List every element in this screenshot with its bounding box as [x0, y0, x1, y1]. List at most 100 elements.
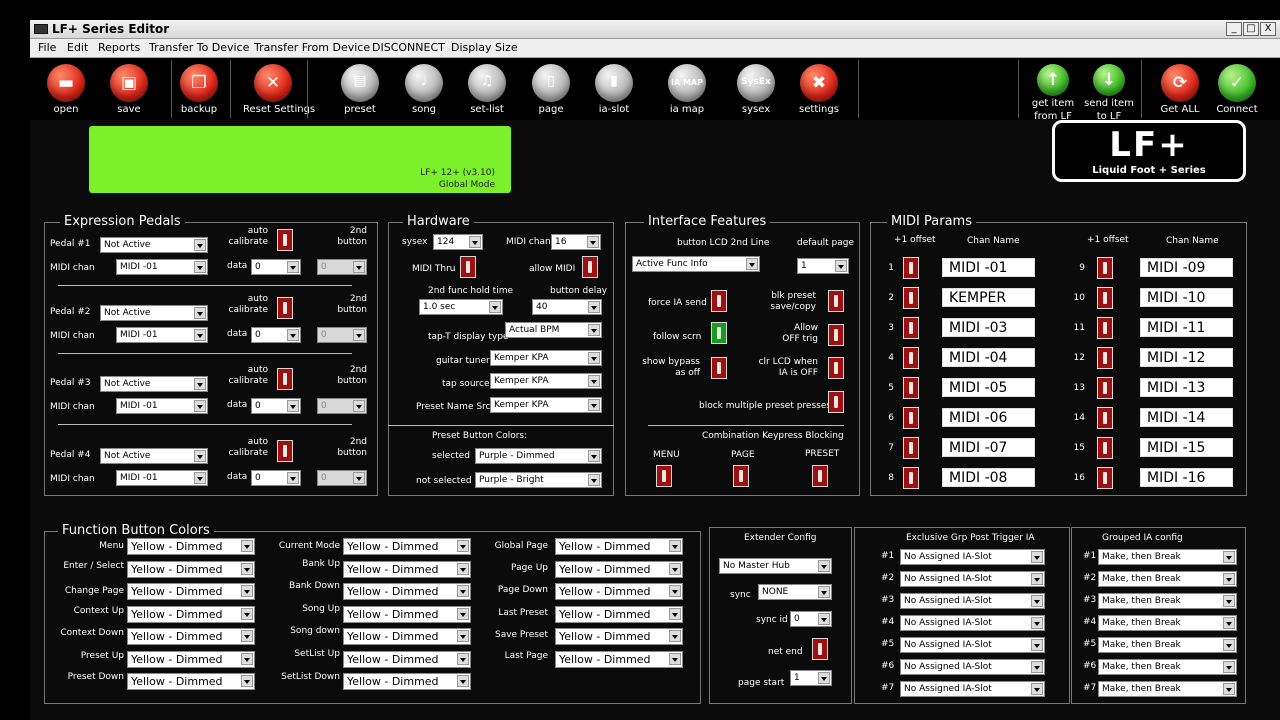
menu-file[interactable]: File — [38, 41, 56, 54]
func-color-select[interactable]: Yellow - Dimmed — [127, 606, 255, 623]
func-color-select[interactable]: Yellow - Dimmed — [127, 561, 255, 578]
midi-offset-toggle-7[interactable] — [903, 437, 919, 459]
set-list-button[interactable]: ♫ set-list — [457, 60, 517, 115]
midi-offset-toggle-1[interactable] — [903, 257, 919, 279]
follow-scrn-toggle[interactable] — [711, 322, 727, 344]
close-button[interactable]: X — [1260, 22, 1276, 36]
midi-offset-toggle-12[interactable] — [1097, 347, 1113, 369]
combo-preset-toggle[interactable] — [812, 465, 828, 487]
tap-source-select[interactable]: Kemper KPA — [490, 373, 602, 389]
midi-offset-toggle-6[interactable] — [903, 407, 919, 429]
not-selected-color-select[interactable]: Purple - Bright — [475, 472, 602, 488]
midi-chan-name-field-4[interactable]: MIDI -04 — [942, 348, 1035, 367]
default-page-select[interactable]: 1 — [797, 258, 849, 274]
func-color-select[interactable]: Yellow - Dimmed — [127, 628, 255, 645]
preset-button[interactable]: ▤ preset — [330, 60, 390, 115]
midi-offset-toggle-9[interactable] — [1097, 257, 1113, 279]
get-all-button[interactable]: ⟳ Get ALL — [1150, 60, 1210, 115]
midi-chan-name-field-1[interactable]: MIDI -01 — [942, 258, 1035, 277]
midi-offset-toggle-3[interactable] — [903, 317, 919, 339]
connect-button[interactable]: ✓ Connect — [1207, 60, 1267, 115]
menu-reports[interactable]: Reports — [98, 41, 140, 54]
ia-map-button[interactable]: IA MAP ia map — [657, 60, 717, 115]
func-color-select[interactable]: Yellow - Dimmed — [127, 651, 255, 668]
midi-chan-name-field-9[interactable]: MIDI -09 — [1140, 258, 1233, 277]
pedal-1-data-select[interactable]: 0 — [251, 259, 301, 275]
block-multiple-toggle[interactable] — [828, 391, 844, 413]
grouped-ia-select[interactable]: Make, then Break — [1098, 615, 1237, 631]
excl-grp-select[interactable]: No Assigned IA-Slot — [900, 549, 1045, 565]
save-button[interactable]: ▣ save — [99, 60, 159, 115]
page-start-select[interactable]: 1 — [790, 670, 832, 686]
midi-chan-name-field-12[interactable]: MIDI -12 — [1140, 348, 1233, 367]
blk-preset-toggle[interactable] — [828, 290, 844, 312]
selected-color-select[interactable]: Purple - Dimmed — [475, 448, 602, 464]
grouped-ia-select[interactable]: Make, then Break — [1098, 571, 1237, 587]
song-button[interactable]: ♩ song — [394, 60, 454, 115]
force-ia-send-toggle[interactable] — [711, 290, 727, 312]
func-color-select[interactable]: Yellow - Dimmed — [555, 583, 683, 600]
func-color-select[interactable]: Yellow - Dimmed — [127, 538, 255, 555]
func-color-select[interactable]: Yellow - Dimmed — [555, 628, 683, 645]
excl-grp-select[interactable]: No Assigned IA-Slot — [900, 571, 1045, 587]
midi-chan-name-field-8[interactable]: MIDI -08 — [942, 468, 1035, 487]
pedal-4-midi-chan-select[interactable]: MIDI -01 — [116, 470, 208, 486]
tapt-select[interactable]: Actual BPM — [505, 322, 602, 338]
midi-chan-name-field-10[interactable]: MIDI -10 — [1140, 288, 1233, 307]
sysex-button[interactable]: SysEx sysex — [726, 60, 786, 115]
settings-button[interactable]: ✖ settings — [789, 60, 849, 115]
midi-chan-name-field-6[interactable]: MIDI -06 — [942, 408, 1035, 427]
menu-disconnect[interactable]: DISCONNECT — [372, 41, 445, 54]
backup-button[interactable]: ❐ backup — [169, 60, 229, 115]
ia-slot-button[interactable]: ▮ ia-slot — [584, 60, 644, 115]
button-delay-select[interactable]: 40 — [532, 299, 602, 315]
pedal-4-data-select[interactable]: 0 — [251, 470, 301, 486]
pedal-4-auto-calibrate-toggle[interactable] — [277, 440, 293, 462]
sysex-select[interactable]: 124 — [433, 234, 483, 250]
pedal-3-mode-select[interactable]: Not Active — [100, 376, 208, 392]
pedal-1-auto-calibrate-toggle[interactable] — [277, 229, 293, 251]
pedal-3-midi-chan-select[interactable]: MIDI -01 — [116, 398, 208, 414]
grouped-ia-select[interactable]: Make, then Break — [1098, 659, 1237, 675]
midi-chan-name-field-3[interactable]: MIDI -03 — [942, 318, 1035, 337]
open-button[interactable]: ▬ open — [36, 60, 96, 115]
func-color-select[interactable]: Yellow - Dimmed — [343, 673, 471, 690]
midi-offset-toggle-11[interactable] — [1097, 317, 1113, 339]
pedal-3-2nd-button-select[interactable]: 0 — [317, 398, 367, 414]
grouped-ia-select[interactable]: Make, then Break — [1098, 681, 1237, 697]
midi-chan-name-field-11[interactable]: MIDI -11 — [1140, 318, 1233, 337]
midi-offset-toggle-16[interactable] — [1097, 467, 1113, 489]
midi-chan-name-field-13[interactable]: MIDI -13 — [1140, 378, 1233, 397]
combo-menu-toggle[interactable] — [656, 465, 672, 487]
master-hub-select[interactable]: No Master Hub — [719, 558, 832, 574]
midi-chan-name-field-2[interactable]: KEMPER — [942, 288, 1035, 307]
midi-offset-toggle-15[interactable] — [1097, 437, 1113, 459]
pedal-2-mode-select[interactable]: Not Active — [100, 305, 208, 321]
func-color-select[interactable]: Yellow - Dimmed — [555, 561, 683, 578]
midi-offset-toggle-4[interactable] — [903, 347, 919, 369]
lcd-2nd-line-select[interactable]: Active Func Info — [632, 256, 760, 272]
maximize-button[interactable]: □ — [1243, 22, 1259, 36]
sync-id-select[interactable]: 0 — [790, 611, 832, 627]
get-item-button[interactable]: ↑ get item from LF — [1023, 60, 1083, 122]
menu-transfer-to-device[interactable]: Transfer To Device — [149, 41, 249, 54]
combo-page-toggle[interactable] — [733, 465, 749, 487]
pedal-2-auto-calibrate-toggle[interactable] — [277, 297, 293, 319]
excl-grp-select[interactable]: No Assigned IA-Slot — [900, 615, 1045, 631]
menu-edit[interactable]: Edit — [67, 41, 88, 54]
func-color-select[interactable]: Yellow - Dimmed — [127, 583, 255, 600]
excl-grp-select[interactable]: No Assigned IA-Slot — [900, 659, 1045, 675]
midi-offset-toggle-5[interactable] — [903, 377, 919, 399]
hold-time-select[interactable]: 1.0 sec — [419, 299, 503, 315]
pedal-1-mode-select[interactable]: Not Active — [100, 237, 208, 253]
func-color-select[interactable]: Yellow - Dimmed — [555, 538, 683, 555]
allow-off-trig-toggle[interactable] — [828, 324, 844, 346]
func-color-select[interactable]: Yellow - Dimmed — [555, 651, 683, 668]
reset-settings-button[interactable]: ✕ Reset Settings — [243, 60, 315, 115]
grouped-ia-select[interactable]: Make, then Break — [1098, 593, 1237, 609]
midi-thru-toggle[interactable] — [460, 256, 476, 278]
hw-midi-chan-select[interactable]: 16 — [551, 234, 601, 250]
pedal-1-midi-chan-select[interactable]: MIDI -01 — [116, 259, 208, 275]
allow-midi-toggle[interactable] — [582, 256, 598, 278]
midi-chan-name-field-5[interactable]: MIDI -05 — [942, 378, 1035, 397]
